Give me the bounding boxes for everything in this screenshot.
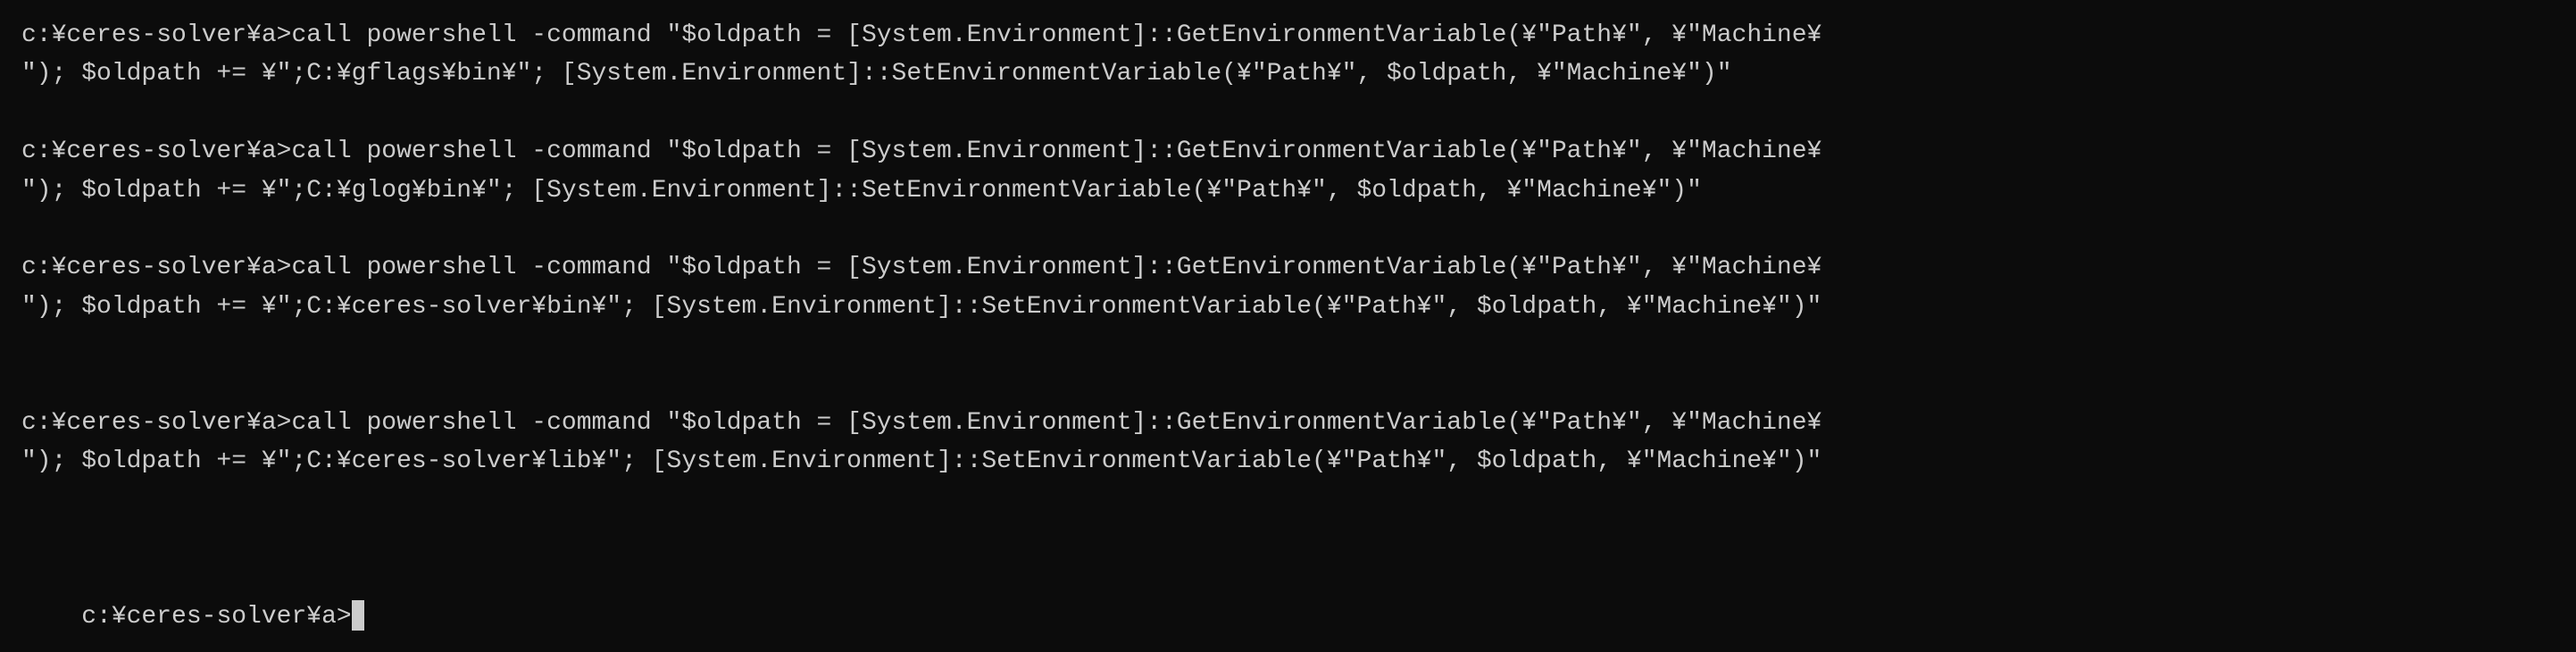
terminal-line: "); $oldpath += ¥";C:¥ceres-solver¥lib¥"… — [21, 442, 2555, 481]
terminal-line: c:¥ceres-solver¥a>call powershell -comma… — [21, 248, 2555, 287]
blank-line — [21, 210, 2555, 248]
blank-line — [21, 481, 2555, 520]
terminal-cursor — [352, 600, 364, 631]
blank-line — [21, 365, 2555, 404]
blank-line — [21, 326, 2555, 364]
blank-line — [21, 520, 2555, 558]
terminal-prompt: c:¥ceres-solver¥a> — [81, 603, 351, 631]
terminal-line: "); $oldpath += ¥";C:¥glog¥bin¥"; [Syste… — [21, 171, 2555, 210]
blank-line — [21, 94, 2555, 132]
terminal-window[interactable]: c:¥ceres-solver¥a>call powershell -comma… — [0, 0, 2576, 652]
terminal-line: "); $oldpath += ¥";C:¥ceres-solver¥bin¥"… — [21, 288, 2555, 326]
terminal-prompt-line[interactable]: c:¥ceres-solver¥a> — [21, 558, 2555, 652]
terminal-line: c:¥ceres-solver¥a>call powershell -comma… — [21, 404, 2555, 442]
terminal-line: "); $oldpath += ¥";C:¥gflags¥bin¥"; [Sys… — [21, 54, 2555, 93]
terminal-line: c:¥ceres-solver¥a>call powershell -comma… — [21, 132, 2555, 171]
terminal-line: c:¥ceres-solver¥a>call powershell -comma… — [21, 16, 2555, 54]
